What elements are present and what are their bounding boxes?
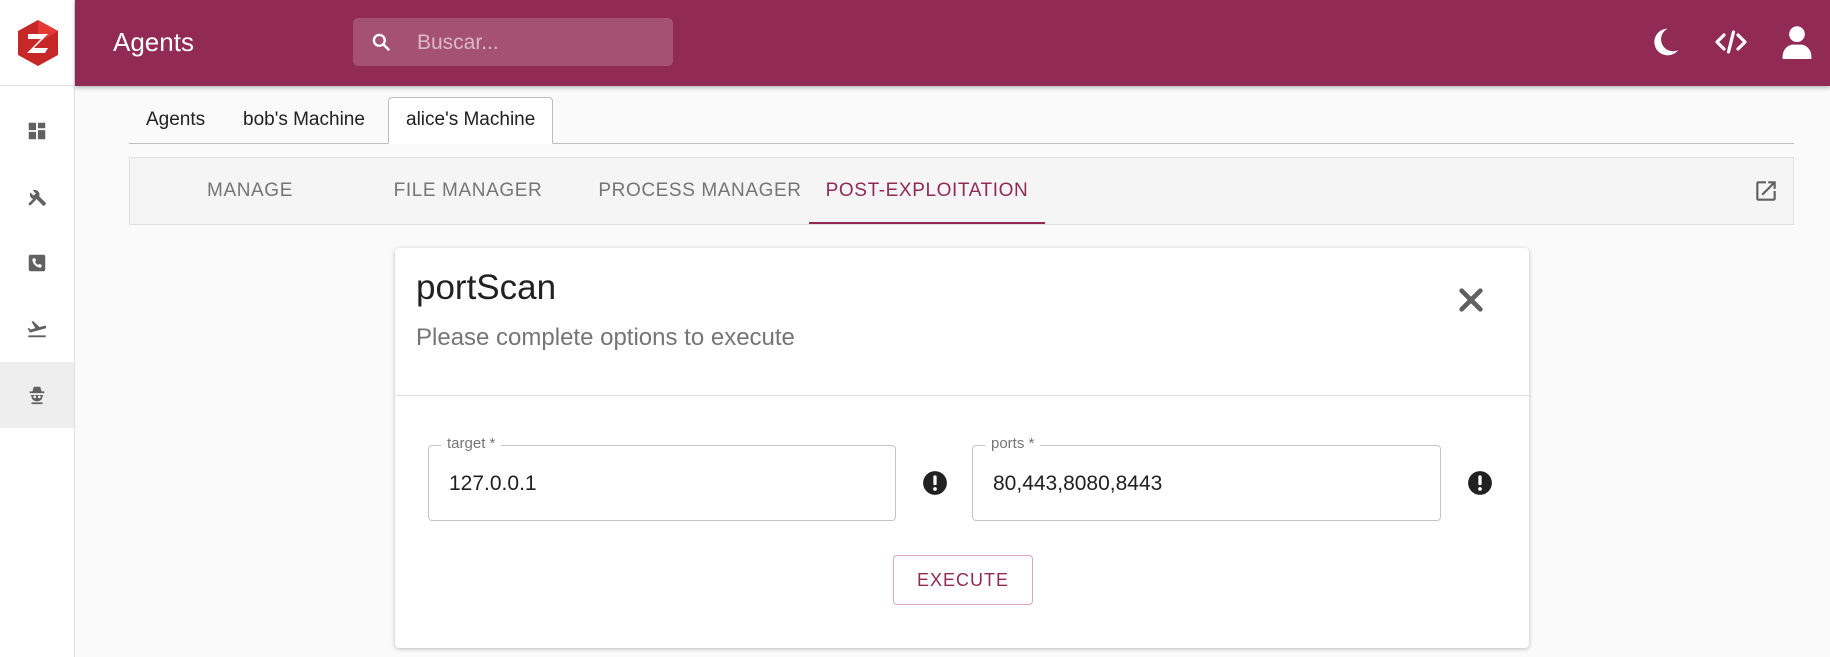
tab-bobs-machine[interactable]: bob's Machine [226,97,382,143]
module-subtitle: Please complete options to execute [416,324,795,351]
code-icon [1715,30,1747,54]
target-input[interactable] [447,446,851,522]
moon-icon [1654,28,1679,56]
tab-post-exploitation[interactable]: POST-EXPLOITATION [809,158,1045,224]
tab-file-manager[interactable]: FILE MANAGER [363,158,573,224]
section-tab-bar: MANAGE FILE MANAGER PROCESS MANAGER POST… [129,157,1794,225]
tools-icon [28,189,47,206]
app-logo[interactable] [0,0,75,86]
alert-circle-icon [923,471,947,495]
tab-manage[interactable]: MANAGE [150,158,350,224]
execute-button[interactable]: EXECUTE [893,555,1033,605]
ports-input[interactable] [991,446,1395,522]
open-in-new-icon[interactable] [1753,178,1779,204]
sidebar-item-flights[interactable] [0,296,74,362]
user-icon [1782,26,1812,59]
top-app-bar: Agents [75,0,1830,86]
phone-icon [28,254,46,272]
tab-alices-machine[interactable]: alice's Machine [388,97,554,144]
tab-agents[interactable]: Agents [129,97,222,143]
module-card: portScan Please complete options to exec… [395,248,1529,648]
close-icon[interactable] [1455,284,1487,316]
sidebar-item-post-exploitation[interactable] [0,362,74,428]
api-docs-button[interactable] [1713,24,1749,60]
agent-tab-bar: Agents bob's Machine alice's Machine [129,97,1794,144]
sidebar [0,0,75,657]
target-field[interactable]: target * [428,435,896,522]
theme-toggle-button[interactable] [1647,24,1683,60]
sidebar-item-tools[interactable] [0,164,74,230]
dashboard-icon [28,122,46,140]
alert-circle-icon [1468,471,1492,495]
search-icon [372,33,390,51]
card-divider [395,395,1529,396]
page-title: Agents [113,27,194,57]
module-title: portScan [416,268,557,307]
user-menu-button[interactable] [1779,24,1815,60]
logo-icon [17,19,58,66]
plane-takeoff-icon [27,321,47,338]
sidebar-item-dashboard[interactable] [0,98,74,164]
search-box[interactable] [353,18,673,68]
tab-process-manager[interactable]: PROCESS MANAGER [585,158,815,224]
ports-field[interactable]: ports * [972,435,1441,522]
sidebar-item-phone[interactable] [0,230,74,296]
spy-icon [29,386,45,405]
search-input[interactable] [415,18,669,68]
